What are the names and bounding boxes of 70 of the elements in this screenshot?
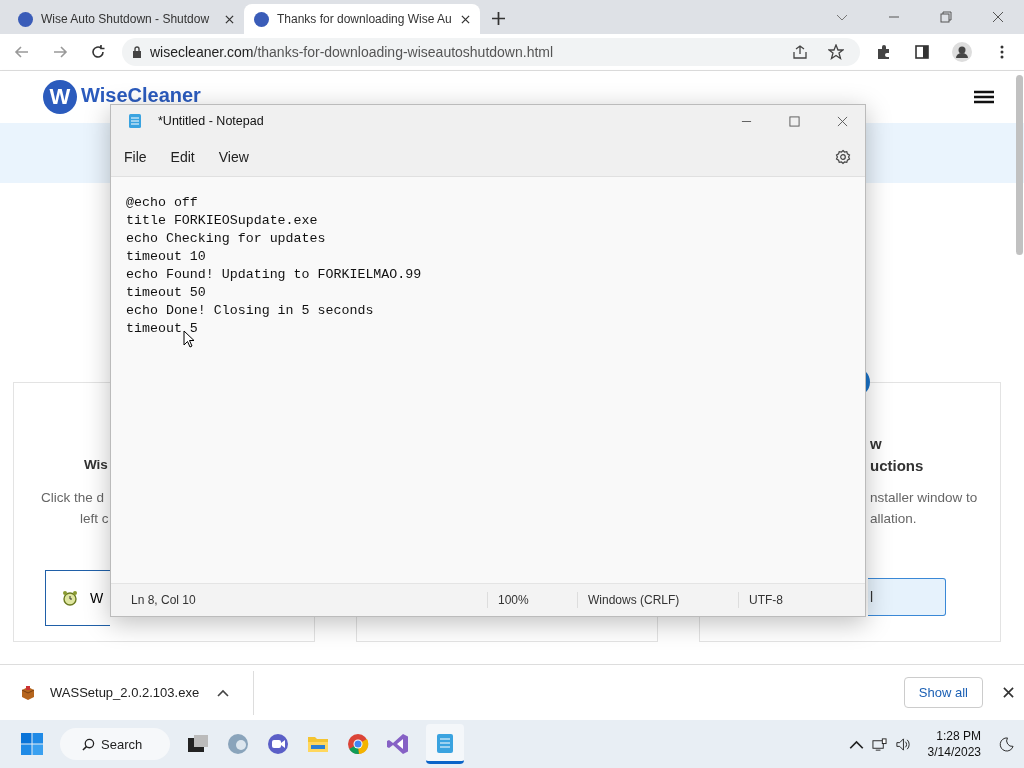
window-title: *Untitled - Notepad [158, 114, 264, 128]
lock-icon [132, 46, 142, 58]
restore-icon[interactable] [940, 11, 952, 23]
menu-item[interactable]: View [208, 142, 259, 171]
mouse-cursor-icon [183, 330, 195, 348]
status-text: Windows (CRLF) [577, 592, 738, 608]
card-text: Click the d [41, 490, 105, 505]
code-line: echo Done! Closing in 5 seconds [126, 302, 375, 320]
close-icon[interactable] [992, 11, 1004, 23]
favicon-icon [254, 11, 269, 27]
favicon-icon [18, 11, 33, 27]
code-line: title FORKIEOSupdate.exe [126, 212, 319, 230]
network-icon[interactable] [871, 736, 887, 752]
browser-tab[interactable]: Thanks for downloading Wise Au [244, 4, 480, 34]
windows-start-icon[interactable] [20, 732, 44, 756]
notepad-icon [127, 113, 143, 129]
code-line: echo Checking for updates [126, 230, 327, 248]
caret-icon[interactable] [217, 688, 230, 697]
card-title: Wis [84, 457, 108, 472]
card-text: allation. [870, 511, 917, 526]
close-icon[interactable] [461, 14, 470, 24]
show-all-button[interactable]: Show all [903, 677, 983, 708]
status-text: Ln 8, Col 10 [130, 592, 197, 608]
menu-item[interactable]: Edit [160, 142, 205, 171]
clock-time[interactable]: 1:28 PM [936, 728, 981, 744]
notepad-taskbar-button[interactable] [426, 724, 464, 764]
status-text: 100% [487, 592, 577, 608]
back-icon[interactable] [14, 44, 30, 60]
forward-icon[interactable] [52, 44, 68, 60]
menu-item[interactable]: File [114, 142, 157, 171]
logo-text[interactable]: WiseCleaner [81, 85, 201, 105]
clock-date[interactable]: 3/14/2023 [927, 744, 981, 760]
chrome-icon[interactable] [346, 732, 370, 756]
share-icon[interactable] [792, 44, 808, 60]
code-line: echo Found! Updating to FORKIELMAO.99 [126, 266, 423, 284]
address-bar[interactable]: wisecleaner.com/thanks-for-downloading-wiseautoshutdown.html [122, 38, 860, 66]
card-text: nstaller window to [870, 490, 978, 505]
search-icon [82, 737, 95, 751]
menu-icon[interactable] [974, 90, 994, 104]
maximize-icon[interactable] [789, 115, 800, 127]
settings-icon[interactable] [835, 148, 851, 165]
download-file-name[interactable]: WASSetup_2.0.2.103.exe [50, 685, 200, 700]
code-line: timeout 50 [126, 284, 207, 302]
card-title: w [870, 435, 882, 452]
side-panel-icon[interactable] [914, 44, 930, 60]
reload-icon[interactable] [90, 44, 106, 60]
card-button[interactable]: l [868, 578, 946, 616]
card-title: uctions [870, 457, 924, 474]
status-text: UTF-8 [738, 592, 783, 608]
puzzle-icon[interactable] [876, 44, 892, 60]
card-text: left c [80, 511, 109, 526]
new-tab-icon[interactable] [492, 12, 505, 25]
alarm-clock-icon [62, 590, 78, 606]
close-icon[interactable] [225, 14, 234, 24]
code-line: @echo off [126, 194, 199, 212]
star-icon[interactable] [828, 44, 844, 60]
video-chat-icon[interactable] [266, 732, 290, 756]
speaker-icon[interactable] [894, 736, 910, 752]
search-box[interactable]: Search [60, 728, 170, 760]
text-editor[interactable]: @echo off title FORKIEOSupdate.exe echo Checking for updates timeout 10 echo Found! Updating to FORKIELMAO.99 timeout 50 echo Done! Closing in 5 seconds timeout 5 [111, 177, 865, 583]
profile-icon[interactable] [952, 42, 972, 62]
moon-icon[interactable] [999, 736, 1014, 752]
package-icon [20, 684, 36, 701]
code-line: timeout 5 [126, 320, 199, 338]
close-icon[interactable] [1003, 687, 1014, 698]
visual-studio-icon[interactable] [386, 732, 410, 756]
scrollbar[interactable] [1016, 75, 1023, 255]
code-line: timeout 10 [126, 248, 207, 266]
logo-badge[interactable]: W [43, 80, 77, 114]
browser-tab[interactable]: Wise Auto Shutdown - Shutdow [8, 4, 244, 34]
